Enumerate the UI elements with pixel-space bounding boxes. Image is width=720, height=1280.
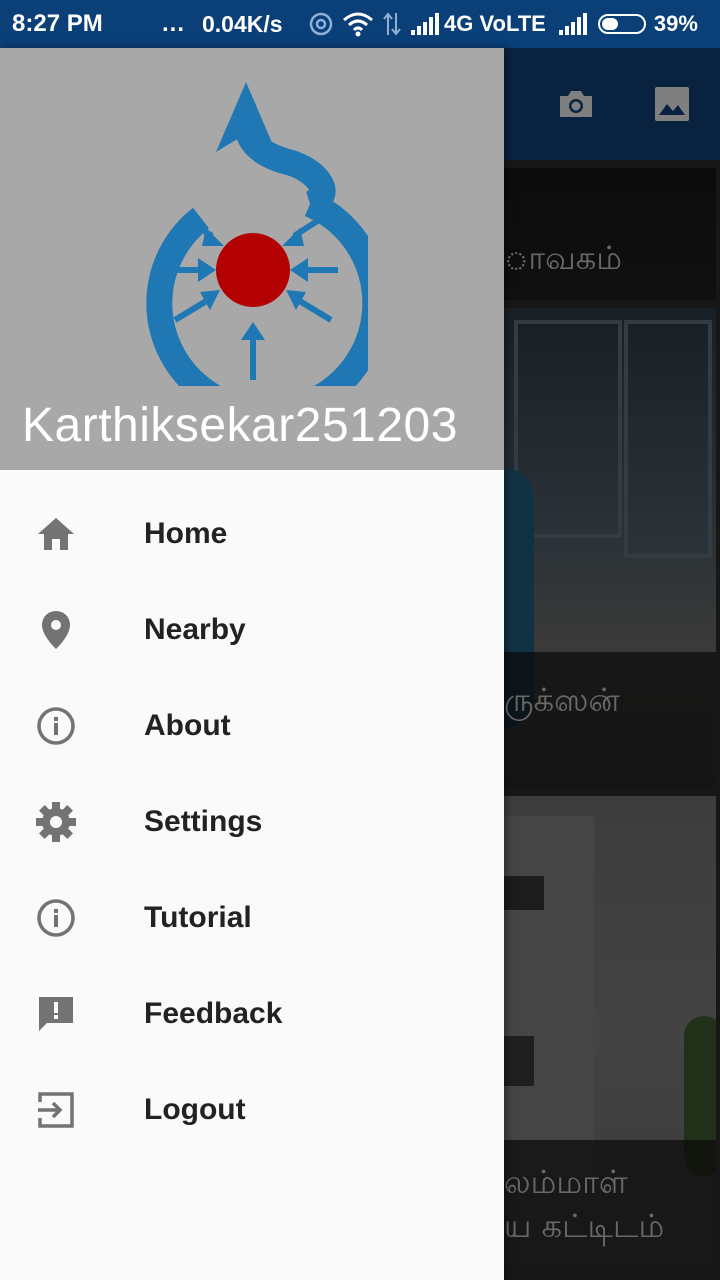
data-arrows-icon <box>383 12 401 36</box>
network-speed: 0.04K/s <box>202 10 283 37</box>
menu-item-tutorial[interactable]: Tutorial <box>0 870 504 966</box>
battery-percent: 39% <box>653 11 698 36</box>
signal-icon <box>411 13 439 35</box>
menu-item-label: Nearby <box>144 613 246 646</box>
network-type: 4G VoLTE <box>444 11 546 36</box>
menu-item-nearby[interactable]: Nearby <box>0 582 504 678</box>
menu-item-label: About <box>144 709 231 742</box>
feedback-icon <box>34 992 78 1036</box>
menu-item-settings[interactable]: Settings <box>0 774 504 870</box>
menu-item-label: Logout <box>144 1093 246 1126</box>
info-icon <box>34 896 78 940</box>
status-icons <box>308 11 440 37</box>
location-pin-icon <box>34 608 78 652</box>
status-bar: 8:27 PM ... 0.04K/s 4G VoLTE 39% <box>0 0 720 48</box>
logout-icon <box>34 1088 78 1132</box>
hotspot-icon <box>309 12 333 36</box>
menu-item-label: Tutorial <box>144 901 252 934</box>
menu-item-label: Settings <box>144 805 263 838</box>
info-icon <box>34 704 78 748</box>
menu-item-label: Feedback <box>144 997 283 1030</box>
drawer-menu: Home Nearby About Settings Tutorial Feed… <box>0 486 504 1158</box>
username: Karthiksekar251203 <box>22 399 458 452</box>
home-icon <box>34 512 78 556</box>
signal-icon-2 <box>558 13 587 35</box>
gear-icon <box>34 800 78 844</box>
menu-item-feedback[interactable]: Feedback <box>0 966 504 1062</box>
status-time: 8:27 PM <box>12 10 103 37</box>
menu-item-logout[interactable]: Logout <box>0 1062 504 1158</box>
wifi-icon <box>343 12 373 37</box>
status-dots: ... <box>162 10 186 37</box>
drawer-header: Karthiksekar251203 <box>0 48 504 470</box>
menu-item-home[interactable]: Home <box>0 486 504 582</box>
battery-icon <box>597 14 646 34</box>
navigation-drawer: Karthiksekar251203 Home Nearby About Set… <box>0 48 504 1280</box>
commons-logo <box>146 82 368 386</box>
menu-item-about[interactable]: About <box>0 678 504 774</box>
menu-item-label: Home <box>144 517 228 550</box>
